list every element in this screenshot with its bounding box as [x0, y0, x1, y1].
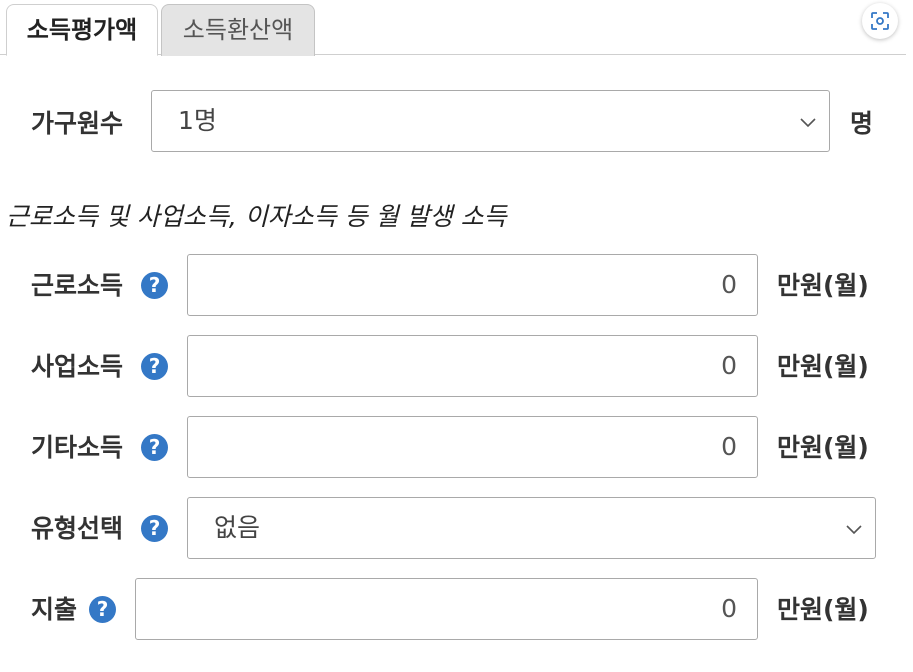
question-circle-icon[interactable]: ?	[141, 353, 168, 380]
type-select-value: 없음	[214, 513, 261, 542]
business-income-unit: 만원(월)	[777, 352, 869, 381]
expense-unit: 만원(월)	[777, 595, 869, 624]
household-size-value: 1명	[178, 106, 217, 135]
question-circle-icon[interactable]: ?	[141, 272, 168, 299]
question-circle-icon[interactable]: ?	[141, 515, 168, 542]
household-size-select[interactable]: 1명	[151, 90, 830, 152]
tab-income-evaluation[interactable]: 소득평가액	[6, 4, 158, 56]
income-calculator: 소득평가액 소득환산액 가구원수 1명 명 근로소득 및 사업소득, 이자소득 …	[0, 0, 913, 672]
earned-income-input[interactable]: 0	[187, 254, 758, 316]
household-size-label: 가구원수	[31, 109, 124, 138]
question-circle-icon[interactable]: ?	[141, 434, 168, 461]
business-income-input[interactable]: 0	[187, 335, 758, 397]
business-income-label: 사업소득	[31, 352, 124, 381]
expense-input[interactable]: 0	[135, 578, 758, 640]
household-size-unit: 명	[850, 109, 874, 138]
chevron-down-icon	[800, 118, 816, 128]
type-select-label: 유형선택	[31, 514, 124, 543]
earned-income-unit: 만원(월)	[777, 271, 869, 300]
tab-income-conversion[interactable]: 소득환산액	[161, 4, 315, 56]
question-circle-icon[interactable]: ?	[89, 596, 116, 623]
scan-button[interactable]	[862, 3, 898, 39]
expense-label: 지출	[31, 595, 78, 624]
scan-icon	[871, 12, 889, 30]
other-income-unit: 만원(월)	[777, 433, 869, 462]
other-income-input[interactable]: 0	[187, 416, 758, 478]
earned-income-label: 근로소득	[31, 271, 124, 300]
chevron-down-icon	[846, 525, 862, 535]
section-note: 근로소득 및 사업소득, 이자소득 등 월 발생 소득	[6, 202, 507, 231]
other-income-label: 기타소득	[31, 433, 124, 462]
type-select[interactable]: 없음	[187, 497, 876, 559]
tab-bar: 소득평가액 소득환산액	[0, 0, 906, 56]
